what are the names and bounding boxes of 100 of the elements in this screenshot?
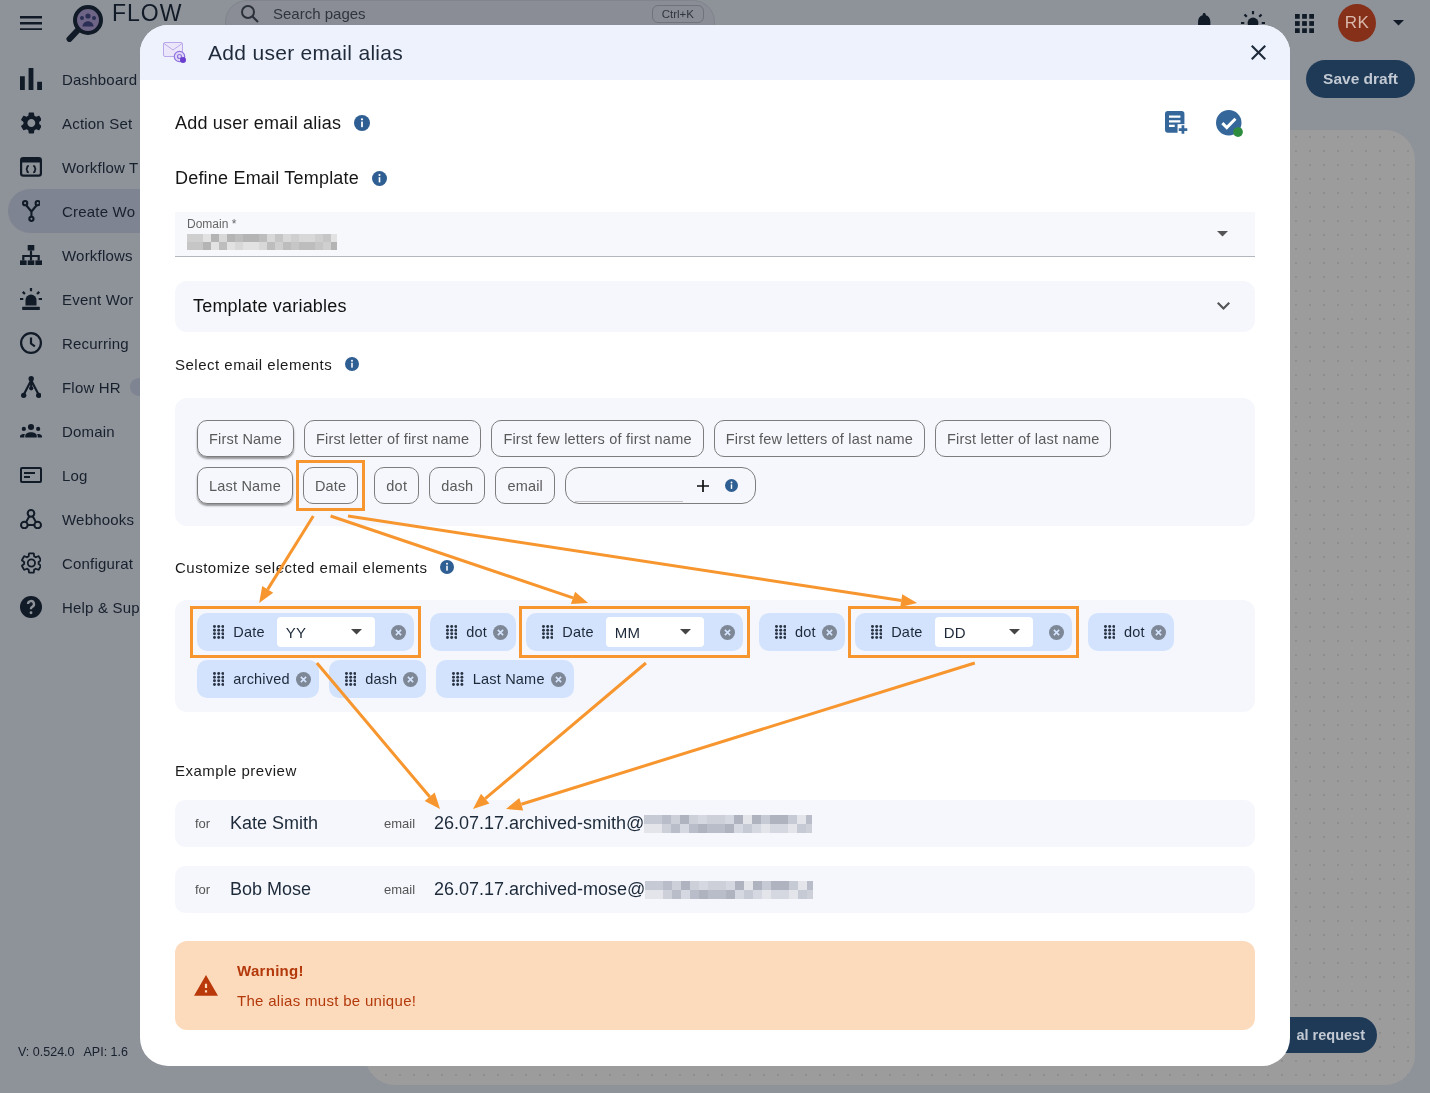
drag-handle-icon[interactable] [344,672,357,686]
info-icon[interactable] [354,115,371,131]
format-select[interactable]: DD [934,617,1033,647]
people-icon [20,424,42,438]
for-label: for [195,816,212,831]
sitemap-icon [20,244,42,266]
drag-handle-icon[interactable] [445,625,458,639]
selected-element-chip[interactable]: Last Name [436,660,574,698]
selected-element-chip[interactable]: Date YY [197,613,414,651]
webhook-icon [20,508,42,530]
caret-icon [350,629,362,635]
logo-icon [66,4,104,42]
remove-icon[interactable] [1048,624,1064,640]
element-chip[interactable]: First few letters of last name [713,420,925,457]
gear-icon [20,112,42,134]
apps-grid-icon[interactable] [1295,13,1314,33]
search-icon [241,5,259,23]
section-heading: Add user email alias [175,112,342,134]
field-label: Domain * [187,217,238,231]
info-icon[interactable] [725,479,739,492]
remove-icon[interactable] [492,624,508,640]
info-icon[interactable] [440,560,455,574]
remove-icon[interactable] [295,671,311,687]
element-chip[interactable]: dot [374,467,420,504]
drag-handle-icon[interactable] [870,625,883,639]
section-heading: Define Email Template [175,167,359,189]
siren-icon [20,288,42,310]
custom-element-chip[interactable] [565,467,757,504]
element-chip[interactable]: email [495,467,556,504]
person-name: Bob Mose [230,879,313,900]
nav-item[interactable]: Log [8,453,148,497]
selected-element-chip[interactable]: archived [197,660,319,698]
warning-title: Warning! [237,962,305,979]
remove-icon[interactable] [403,671,419,687]
nav-item[interactable]: Action Set [8,101,148,145]
nav-item[interactable]: Configurat [8,541,148,585]
caret-icon [1217,231,1228,237]
save-draft-button[interactable]: Save draft [1306,60,1415,98]
drag-handle-icon[interactable] [774,625,787,639]
nav-item[interactable]: Webhooks [8,497,148,541]
drag-handle-icon[interactable] [1103,625,1115,639]
bar-chart-icon [20,68,42,90]
selected-element-chip[interactable]: dot [1087,613,1174,651]
drag-handle-icon[interactable] [541,625,554,639]
menu-icon[interactable] [20,15,42,31]
accordion-header[interactable]: Template variables [175,281,1255,332]
close-icon [1250,45,1266,60]
nav-item[interactable]: Event Wor [8,277,148,321]
selected-element-chip[interactable]: dot [429,613,516,651]
warning-message: The alias must be unique! [237,992,417,1009]
selected-element-chip[interactable]: Date MM [525,613,743,651]
version-text: V: 0.524.0 [18,1045,75,1059]
check-circle-icon[interactable] [1216,109,1243,137]
logo-text: FLOW [112,2,183,24]
nav-item[interactable]: Help & Sup [8,585,148,629]
element-chip[interactable]: First letter of last name [935,420,1112,457]
element-chip[interactable]: dash [429,467,486,504]
for-label: for [195,882,212,897]
selected-element-chip[interactable]: Date DD [854,613,1072,651]
avatar[interactable]: RK [1338,4,1376,42]
drag-handle-icon[interactable] [213,672,225,686]
remove-icon[interactable] [550,671,566,687]
info-icon[interactable] [345,357,360,371]
gear-icon [20,552,42,574]
drag-handle-icon[interactable] [213,625,225,639]
email-value: 26.07.17.archived-smith@ [434,813,645,834]
fork-icon [21,200,41,222]
nav-item[interactable]: Domain [8,409,148,453]
drag-handle-icon[interactable] [452,672,464,686]
remove-icon[interactable] [821,624,837,640]
note-add-icon[interactable] [1164,111,1188,135]
warning-icon [194,975,218,996]
nav-item[interactable]: Workflow T [8,145,148,189]
nav-item[interactable]: Workflows [8,233,148,277]
element-chip[interactable]: First letter of first name [303,420,482,457]
api-version-text: API: 1.6 [83,1045,128,1059]
nav-item[interactable]: Dashboard [8,57,148,101]
help-icon [20,596,42,618]
remove-icon[interactable] [719,624,735,640]
caret-icon[interactable] [1393,20,1404,26]
format-select[interactable]: MM [605,617,704,647]
caret-icon [1008,629,1020,635]
remove-icon[interactable] [390,624,406,640]
person-name: Kate Smith [230,813,320,834]
add-icon[interactable] [697,479,710,492]
shortcut-key: Ctrl+K [651,5,704,23]
domain-select[interactable]: Domain * [175,212,1255,257]
format-select[interactable]: YY [276,617,375,647]
element-chip[interactable]: First Name [197,420,294,457]
element-chip[interactable]: Date [302,467,359,504]
selected-element-chip[interactable]: dash [328,660,427,698]
element-chip[interactable]: Last Name [197,467,293,504]
nav-item[interactable]: Recurring [8,321,148,365]
email-label: email [384,816,417,831]
remove-icon[interactable] [1150,624,1166,640]
email-value: 26.07.17.archived-mose@ [434,879,646,900]
info-icon[interactable] [371,170,387,186]
search-input[interactable]: Search pages [273,5,652,23]
selected-element-chip[interactable]: dot [758,613,845,651]
element-chip[interactable]: First few letters of first name [491,420,704,457]
